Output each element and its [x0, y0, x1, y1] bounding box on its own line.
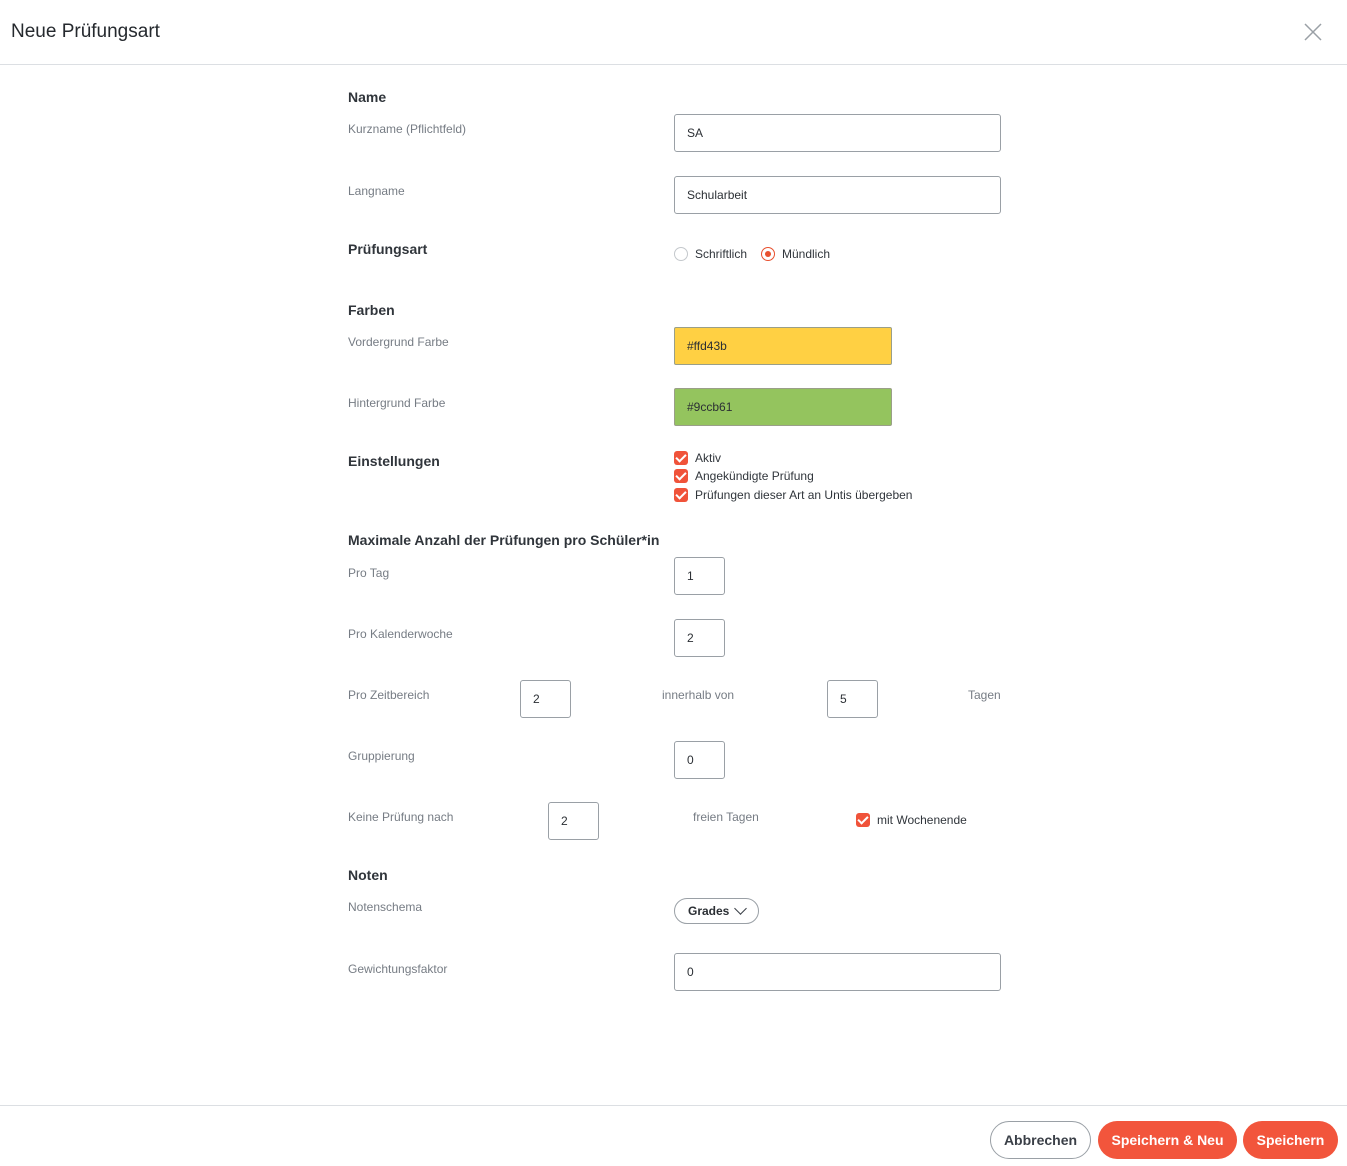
foreground-color-field[interactable]: #ffd43b [674, 327, 892, 365]
no-exam-after-input[interactable]: 2 [548, 802, 599, 840]
radio-schriftlich[interactable]: Schriftlich [674, 247, 747, 261]
short-name-input[interactable]: SA [674, 114, 1001, 152]
checkbox-checked-icon [856, 813, 870, 827]
weight-factor-label: Gewichtungsfaktor [348, 962, 448, 976]
chevron-down-icon [734, 902, 748, 915]
save-button[interactable]: Speichern [1243, 1121, 1338, 1159]
dialog-header: Neue Prüfungsart [0, 0, 1347, 65]
radio-muendlich-label: Mündlich [782, 247, 831, 261]
short-name-label: Kurzname (Pflichtfeld) [348, 122, 467, 136]
long-name-input[interactable]: Schularbeit [674, 176, 1001, 214]
section-title-max-exams: Maximale Anzahl der Prüfungen pro Schüle… [348, 532, 660, 548]
section-title-exam-type: Prüfungsart [348, 241, 428, 257]
grade-scheme-select[interactable]: Grades [674, 898, 759, 924]
close-icon[interactable] [1302, 21, 1324, 43]
radio-schriftlich-label: Schriftlich [695, 247, 748, 261]
checkbox-with-weekend[interactable]: mit Wochenende [856, 813, 967, 827]
checkbox-announced-exam[interactable]: Angekündigte Prüfung [674, 469, 814, 483]
dialog-footer: Abbrechen Speichern & Neu Speichern [0, 1105, 1347, 1166]
section-title-name: Name [348, 89, 387, 105]
cancel-button[interactable]: Abbrechen [990, 1121, 1091, 1159]
radio-circle-icon [674, 247, 688, 261]
checkbox-checked-icon [674, 488, 688, 502]
per-day-label: Pro Tag [348, 566, 390, 580]
weight-factor-input[interactable]: 0 [674, 953, 1001, 991]
dialog-title: Neue Prüfungsart [11, 21, 160, 42]
days-label: Tagen [968, 688, 1001, 702]
per-week-input[interactable]: 2 [674, 619, 725, 657]
per-range-input[interactable]: 2 [520, 680, 571, 718]
foreground-color-label: Vordergrund Farbe [348, 335, 449, 349]
section-title-settings: Einstellungen [348, 453, 440, 469]
within-days-input[interactable]: 5 [827, 680, 878, 718]
section-title-colors: Farben [348, 302, 395, 318]
background-color-field[interactable]: #9ccb61 [674, 388, 892, 426]
grouping-input[interactable]: 0 [674, 741, 725, 779]
per-day-input[interactable]: 1 [674, 557, 725, 595]
radio-muendlich[interactable]: Mündlich [761, 247, 830, 261]
save-and-new-button[interactable]: Speichern & Neu [1098, 1121, 1237, 1159]
checkbox-with-weekend-label: mit Wochenende [877, 813, 967, 827]
grade-scheme-label: Notenschema [348, 900, 423, 914]
within-label: innerhalb von [662, 688, 735, 702]
checkbox-transfer-untis[interactable]: Prüfungen dieser Art an Untis übergeben [674, 488, 912, 502]
checkbox-checked-icon [674, 451, 688, 465]
checkbox-announced-exam-label: Angekündigte Prüfung [695, 469, 814, 483]
radio-selected-icon [761, 247, 775, 261]
per-week-label: Pro Kalenderwoche [348, 627, 453, 641]
no-exam-after-label: Keine Prüfung nach [348, 810, 454, 824]
grade-scheme-value: Grades [688, 904, 730, 918]
per-range-label: Pro Zeitbereich [348, 688, 430, 702]
checkbox-aktiv-label: Aktiv [695, 451, 722, 465]
checkbox-checked-icon [674, 469, 688, 483]
checkbox-aktiv[interactable]: Aktiv [674, 451, 721, 465]
background-color-label: Hintergrund Farbe [348, 396, 446, 410]
grouping-label: Gruppierung [348, 749, 415, 763]
section-title-grades: Noten [348, 867, 388, 883]
long-name-label: Langname [348, 184, 405, 198]
checkbox-transfer-untis-label: Prüfungen dieser Art an Untis übergeben [695, 488, 913, 502]
free-days-label: freien Tagen [693, 810, 759, 824]
